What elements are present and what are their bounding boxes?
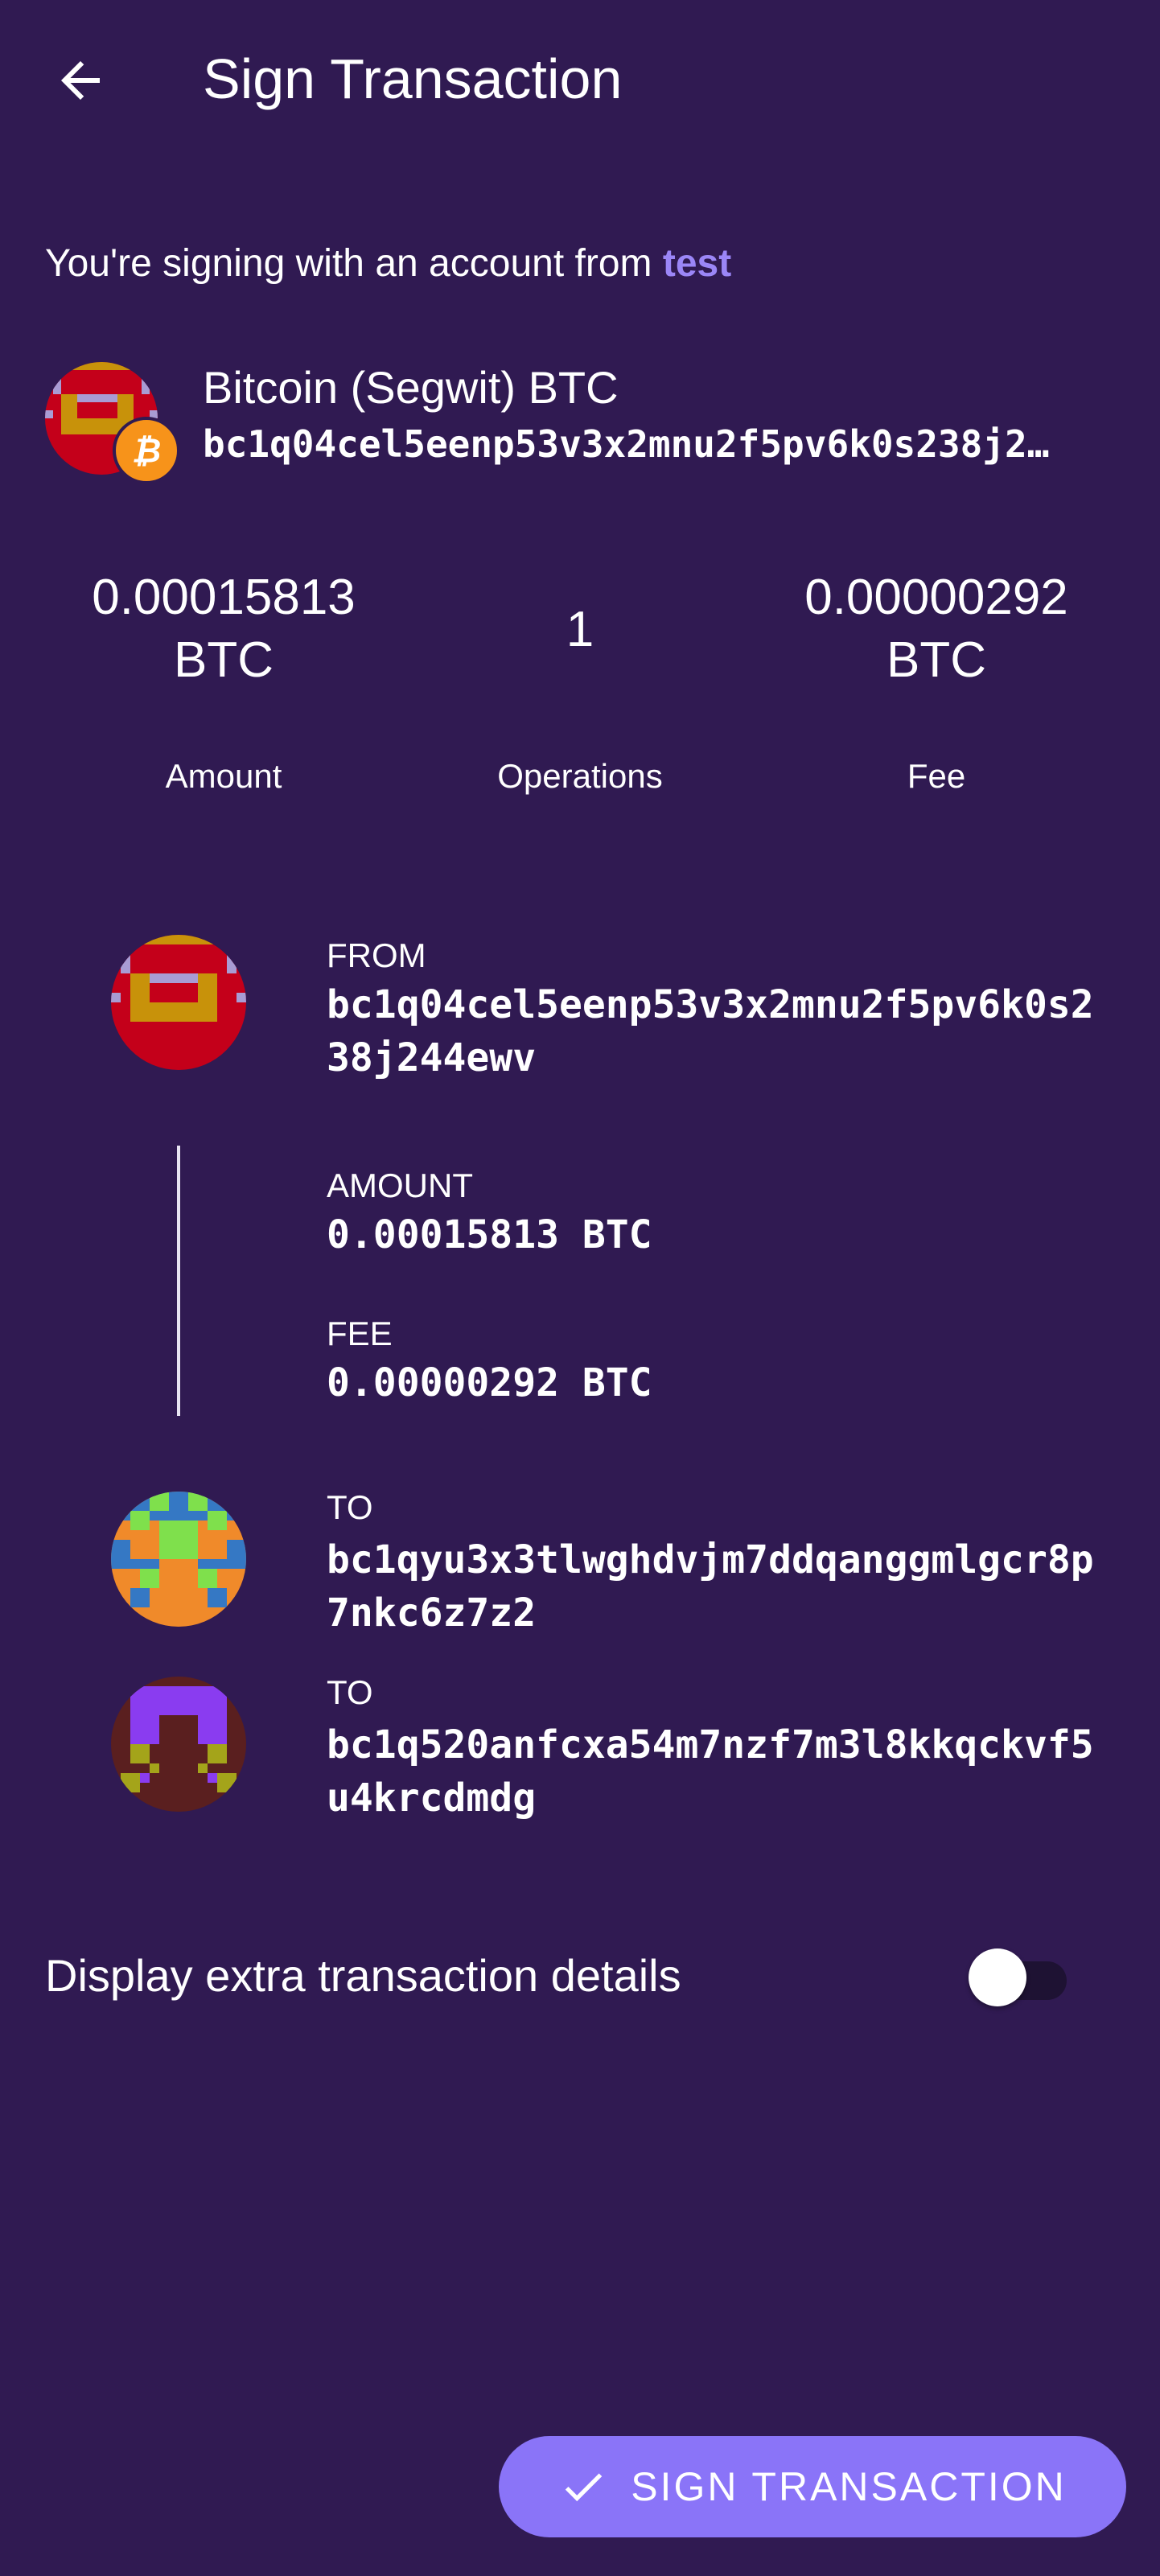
bitcoin-badge: ₿ [113, 417, 180, 484]
summary-amount: 0.00015813 BTC [45, 566, 402, 692]
summary-fee-value: 0.00000292 [804, 570, 1068, 625]
signing-prefix: You're signing with an account from [45, 242, 663, 285]
summary-operations-value: 1 [566, 602, 594, 657]
fee-label: FEE [327, 1315, 393, 1352]
from-label: FROM [327, 936, 426, 974]
to-avatar [111, 1677, 246, 1812]
page-title: Sign Transaction [203, 47, 623, 110]
summary-fee: 0.00000292 BTC [758, 566, 1115, 692]
sign-transaction-button[interactable]: SIGN TRANSACTION [499, 2436, 1126, 2537]
to-address: bc1q520anfcxa54m7nzf7m3l8kkqckvf5u4krcdm… [327, 1722, 1094, 1821]
account-name: Bitcoin (Segwit) BTC [203, 362, 619, 413]
summary-operations: 1 [402, 599, 758, 661]
app-bar: Sign Transaction [0, 0, 1160, 161]
account-address: bc1q04cel5eenp53v3x2mnu2f5pv6k0s238j244e… [203, 422, 1055, 466]
back-button[interactable] [40, 40, 121, 121]
extra-details-toggle[interactable] [962, 1945, 1075, 2006]
summary-amount-label: Amount [165, 757, 282, 795]
arrow-left-icon [61, 61, 100, 100]
flow-connector-line [177, 1146, 180, 1416]
extra-details-label: Display extra transaction details [45, 1950, 681, 2001]
check-icon [566, 2473, 603, 2502]
fee-value: 0.00000292 BTC [327, 1360, 652, 1405]
to-label: TO [327, 1673, 373, 1711]
to-address: bc1qyu3x3tlwghdvjm7ddqanggmlgcr8p7nkc6z7… [327, 1537, 1094, 1636]
summary-amount-value: 0.00015813 [92, 570, 356, 625]
bitcoin-icon: ₿ [132, 431, 162, 471]
amount-value: 0.00015813 BTC [327, 1212, 652, 1257]
summary-fee-label: Fee [907, 757, 966, 795]
summary-amount-unit: BTC [174, 632, 274, 688]
amount-label: AMOUNT [327, 1167, 473, 1204]
to-label: TO [327, 1488, 373, 1526]
sign-transaction-label: SIGN TRANSACTION [631, 2464, 1067, 2509]
svg-text:₿: ₿ [132, 431, 162, 471]
from-address: bc1q04cel5eenp53v3x2mnu2f5pv6k0s238j244e… [327, 982, 1094, 1080]
to-avatar [111, 1492, 246, 1627]
from-avatar [111, 935, 246, 1070]
source-account-name: test [662, 242, 732, 285]
signing-source: You're signing with an account from test [45, 238, 731, 290]
summary-operations-label: Operations [497, 757, 663, 795]
summary-fee-unit: BTC [886, 632, 986, 688]
toggle-knob [969, 1948, 1026, 2006]
